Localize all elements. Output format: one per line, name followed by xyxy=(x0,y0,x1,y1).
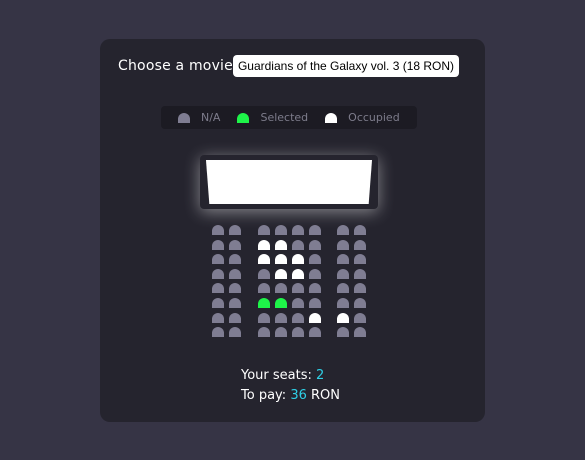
seat-na[interactable] xyxy=(354,298,366,308)
seat-na[interactable] xyxy=(354,313,366,323)
legend-label-na: N/A xyxy=(201,111,221,124)
seat-na[interactable] xyxy=(354,269,366,279)
seat-na[interactable] xyxy=(229,327,241,337)
seat-occupied[interactable] xyxy=(275,240,287,250)
seat-occupied[interactable] xyxy=(337,313,349,323)
seat-na[interactable] xyxy=(229,269,241,279)
legend-item-selected: Selected xyxy=(237,111,308,124)
seat-na[interactable] xyxy=(212,254,224,264)
seat-na[interactable] xyxy=(309,269,321,279)
seat-na[interactable] xyxy=(258,269,270,279)
cinema-screen xyxy=(206,160,372,204)
seat-na[interactable] xyxy=(292,283,304,293)
seat-na[interactable] xyxy=(212,225,224,235)
pay-summary: To pay: 36 RON xyxy=(241,388,340,403)
seat-na[interactable] xyxy=(229,313,241,323)
movie-row: Choose a movie Guardians of the Galaxy v… xyxy=(118,55,459,77)
seat-legend: N/A Selected Occupied xyxy=(161,106,417,129)
seat-na[interactable] xyxy=(292,298,304,308)
movie-select[interactable]: Guardians of the Galaxy vol. 3 (18 RON) xyxy=(233,55,459,77)
seat-na[interactable] xyxy=(354,327,366,337)
seat-na[interactable] xyxy=(309,254,321,264)
seat-na[interactable] xyxy=(292,313,304,323)
seat-na[interactable] xyxy=(309,225,321,235)
seat-na[interactable] xyxy=(337,269,349,279)
legend-label-occupied: Occupied xyxy=(348,111,400,124)
seats-summary: Your seats: 2 xyxy=(241,368,324,383)
seat-na[interactable] xyxy=(229,225,241,235)
seat-selected-icon xyxy=(237,112,250,123)
seat-occupied[interactable] xyxy=(292,269,304,279)
seat-na[interactable] xyxy=(337,283,349,293)
pay-amount: 36 xyxy=(290,388,307,403)
seat-na[interactable] xyxy=(258,327,270,337)
seat-na[interactable] xyxy=(212,269,224,279)
seat-na[interactable] xyxy=(354,240,366,250)
seat-na[interactable] xyxy=(309,327,321,337)
seat-na[interactable] xyxy=(337,225,349,235)
seat-na[interactable] xyxy=(212,283,224,293)
seat-occupied[interactable] xyxy=(292,254,304,264)
seat-na[interactable] xyxy=(292,240,304,250)
movie-label: Choose a movie xyxy=(118,58,233,74)
seat-occupied[interactable] xyxy=(258,254,270,264)
seat-occupied[interactable] xyxy=(309,313,321,323)
seat-occupied[interactable] xyxy=(275,269,287,279)
seat-na[interactable] xyxy=(337,240,349,250)
seat-na[interactable] xyxy=(258,313,270,323)
seat-na[interactable] xyxy=(229,283,241,293)
seat-na[interactable] xyxy=(309,240,321,250)
legend-item-na: N/A xyxy=(178,111,220,124)
seat-selected[interactable] xyxy=(275,298,287,308)
seat-na[interactable] xyxy=(212,298,224,308)
seat-na[interactable] xyxy=(275,283,287,293)
seat-occupied[interactable] xyxy=(275,254,287,264)
seat-na[interactable] xyxy=(212,240,224,250)
seat-na[interactable] xyxy=(275,313,287,323)
seat-na[interactable] xyxy=(337,254,349,264)
seats-label: Your seats: xyxy=(241,368,312,383)
booking-card: Choose a movie Guardians of the Galaxy v… xyxy=(100,39,485,422)
seat-na[interactable] xyxy=(275,327,287,337)
seat-na[interactable] xyxy=(212,327,224,337)
seats-count: 2 xyxy=(316,368,325,383)
pay-label: To pay: xyxy=(241,388,287,403)
seat-na[interactable] xyxy=(337,327,349,337)
seat-na[interactable] xyxy=(354,254,366,264)
seat-selected[interactable] xyxy=(258,298,270,308)
seat-na[interactable] xyxy=(337,298,349,308)
seat-na[interactable] xyxy=(229,254,241,264)
seat-na[interactable] xyxy=(309,283,321,293)
seat-na[interactable] xyxy=(212,313,224,323)
seat-na[interactable] xyxy=(292,225,304,235)
seat-na[interactable] xyxy=(258,225,270,235)
seat-na[interactable] xyxy=(258,283,270,293)
seat-na[interactable] xyxy=(292,327,304,337)
seat-na[interactable] xyxy=(229,298,241,308)
pay-currency: RON xyxy=(311,388,340,403)
seat-occupied[interactable] xyxy=(258,240,270,250)
seat-na[interactable] xyxy=(309,298,321,308)
legend-item-occupied: Occupied xyxy=(325,111,400,124)
seat-na[interactable] xyxy=(275,225,287,235)
seat-na[interactable] xyxy=(229,240,241,250)
seat-na[interactable] xyxy=(354,283,366,293)
seat-occupied-icon xyxy=(325,112,338,123)
seat-na-icon xyxy=(178,112,190,123)
seat-na[interactable] xyxy=(354,225,366,235)
legend-label-selected: Selected xyxy=(260,111,309,124)
